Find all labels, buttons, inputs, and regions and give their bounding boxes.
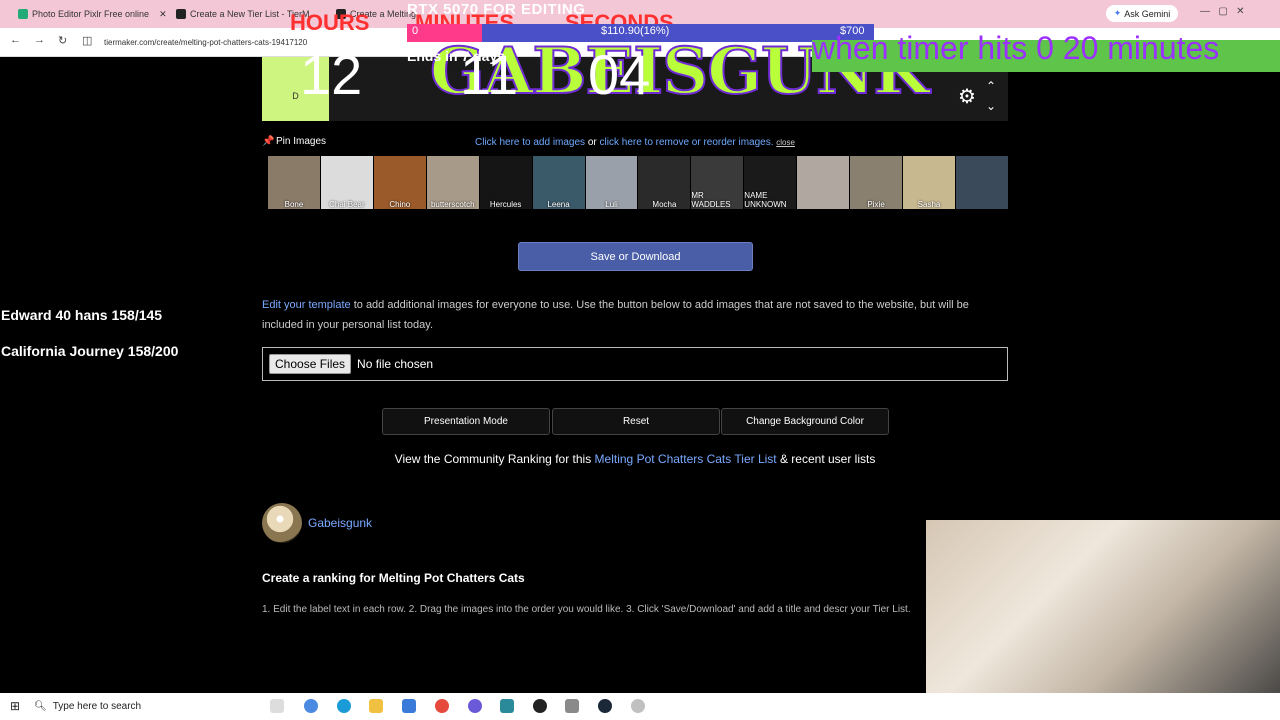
search-icon: 🔍︎: [34, 701, 47, 712]
pin-label: Pin Images: [276, 136, 327, 147]
copilot-icon[interactable]: [304, 699, 318, 713]
add-images-link[interactable]: Click here to add images: [475, 137, 585, 148]
community-ranking-link[interactable]: Melting Pot Chatters Cats Tier List: [595, 452, 777, 466]
cat-name-label: Chai Bear: [329, 200, 365, 209]
cat-name-label: Mocha: [652, 200, 677, 209]
pixlr-icon: [18, 9, 28, 19]
cat-image[interactable]: Mocha: [638, 156, 691, 209]
cat-image[interactable]: Chino: [373, 156, 426, 209]
goal-title: RTX 5070 FOR EDITING: [407, 1, 586, 18]
window-controls[interactable]: — ▢ ✕: [1200, 6, 1245, 17]
cat-image[interactable]: Sasha: [903, 156, 955, 209]
presentation-mode-button[interactable]: Presentation Mode: [382, 408, 550, 435]
cat-name-label: Leena: [547, 200, 570, 209]
search-placeholder: Type here to search: [52, 701, 142, 712]
avatar[interactable]: [262, 503, 302, 543]
timer-seconds: 04: [588, 43, 651, 106]
goal-bar-fill: [407, 24, 482, 42]
timer-note: when timer hits 0 20 minutes: [812, 30, 1220, 66]
cat-name-label: Luli: [605, 200, 618, 209]
store-icon[interactable]: [402, 699, 416, 713]
app-icon[interactable]: [631, 699, 645, 713]
goal-start: 0: [412, 25, 419, 37]
tier-label-text: D: [292, 91, 299, 101]
cat-image[interactable]: Pixie: [850, 156, 903, 209]
cat-image[interactable]: Bone: [268, 156, 320, 209]
cat-name-label: Chino: [389, 200, 411, 209]
or-text: or: [587, 137, 597, 148]
cat-image[interactable]: [797, 156, 850, 209]
pin-images-toggle[interactable]: Pin Images: [276, 136, 326, 147]
choose-files-button[interactable]: Choose Files: [269, 354, 352, 374]
community-ranking-line: View the Community Ranking for this Melt…: [262, 452, 1008, 466]
reorder-images-link[interactable]: click here to remove or reorder images.: [600, 137, 774, 148]
back-icon[interactable]: ←: [10, 34, 21, 46]
cat-image[interactable]: MR WADDLES: [691, 156, 744, 209]
row-move-arrows[interactable]: ⌃ ⌄: [986, 76, 996, 116]
cat-image[interactable]: NAME UNKNOWN: [744, 156, 797, 209]
ends-in-text: Ends in 7 days: [407, 48, 506, 64]
timer-hours: 12: [300, 43, 363, 106]
file-explorer-icon[interactable]: [369, 699, 383, 713]
change-background-button[interactable]: Change Background Color: [721, 408, 889, 435]
goal-progress: $110.90(16%): [601, 25, 670, 37]
ask-gemini-button[interactable]: ✦ Ask Gemini: [1106, 5, 1178, 22]
obs-icon[interactable]: [533, 699, 547, 713]
sidebar-icon[interactable]: ◫: [82, 34, 92, 47]
community-suffix: & recent user lists: [776, 452, 876, 466]
chevron-down-icon[interactable]: ⌄: [986, 96, 996, 116]
taskbar-search[interactable]: 🔍︎ Type here to search: [34, 695, 260, 718]
cat-name-label: MR WADDLES: [691, 191, 731, 209]
tab-label: Photo Editor Pixlr Free online: [32, 9, 150, 19]
app-icon[interactable]: [500, 699, 514, 713]
hours-label: HOURS: [290, 10, 370, 35]
tab-pixlr[interactable]: Photo Editor Pixlr Free online ✕: [12, 4, 173, 24]
file-status: No file chosen: [357, 357, 434, 371]
chevron-up-icon[interactable]: ⌃: [986, 76, 996, 96]
overlay-line-1: Edward 40 hans 158/145: [1, 307, 163, 323]
gear-icon[interactable]: ⚙: [958, 84, 976, 109]
cat-name-label: Sasha: [917, 200, 941, 209]
webcam-feed: [926, 520, 1280, 720]
cat-image[interactable]: [955, 156, 1008, 209]
info-body: to add additional images for everyone to…: [262, 299, 969, 331]
task-view-icon[interactable]: [270, 699, 284, 713]
image-pool: Bone Chai Bear Chino butterscotch Hercules Le…: [268, 156, 1008, 209]
close-link[interactable]: close: [776, 138, 795, 147]
pin-icon: 📌: [262, 136, 275, 147]
cat-name-label: butterscotch: [430, 200, 475, 209]
cat-image[interactable]: Hercules: [479, 156, 532, 209]
url-text: tiermaker.com/create/melting-pot-chatter…: [104, 37, 308, 47]
edge-icon[interactable]: [337, 699, 351, 713]
cat-image[interactable]: butterscotch: [426, 156, 479, 209]
gemini-label: Ask Gemini: [1124, 8, 1171, 19]
discord-icon[interactable]: [468, 699, 482, 713]
instructions-text: 1. Edit the label text in each row. 2. D…: [262, 604, 911, 615]
gemini-icon: ✦: [1113, 8, 1122, 18]
cat-name-label: NAME UNKNOWN: [744, 191, 787, 209]
chrome-icon[interactable]: [435, 699, 449, 713]
cat-image[interactable]: Luli: [585, 156, 638, 209]
image-links: Click here to add images or click here t…: [475, 137, 795, 148]
cat-name-label: Bone: [284, 200, 304, 209]
cat-image[interactable]: Leena: [532, 156, 585, 209]
info-text: Edit your template to add additional ima…: [262, 295, 1008, 335]
windows-start-icon[interactable]: ⊞: [10, 699, 20, 713]
overlay-line-2: California Journey 158/200: [1, 343, 179, 359]
username-link[interactable]: Gabeisgunk: [308, 516, 372, 530]
cat-name-label: Pixie: [867, 200, 885, 209]
community-prefix: View the Community Ranking for this: [394, 452, 595, 466]
reload-icon[interactable]: ↻: [58, 34, 67, 47]
tiermaker-icon: [176, 9, 186, 19]
forward-icon[interactable]: →: [34, 34, 45, 46]
save-download-button[interactable]: Save or Download: [518, 242, 753, 271]
app-icon[interactable]: [565, 699, 579, 713]
steam-icon[interactable]: [598, 699, 612, 713]
reset-button[interactable]: Reset: [552, 408, 720, 435]
cat-image[interactable]: Chai Bear: [320, 156, 373, 209]
edit-template-link[interactable]: Edit your template: [262, 299, 351, 311]
create-ranking-heading: Create a ranking for Melting Pot Chatter…: [262, 571, 525, 585]
cat-name-label: Hercules: [489, 200, 522, 209]
file-upload-field[interactable]: Choose Files No file chosen: [262, 347, 1008, 381]
